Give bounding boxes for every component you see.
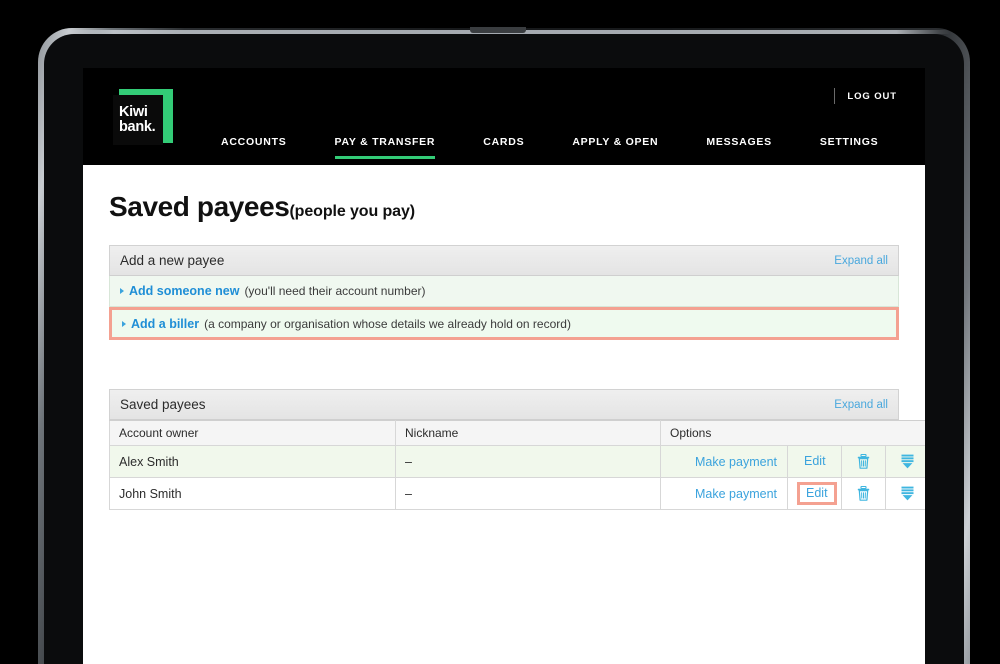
saved-payees-table: Account owner Nickname Options Alex Smit… (109, 420, 925, 510)
nav-item-apply-and-open[interactable]: APPLY & OPEN (572, 136, 658, 159)
nav-item-cards[interactable]: CARDS (483, 136, 524, 159)
add-a-biller-link[interactable]: Add a biller (131, 317, 199, 331)
table-row: Alex Smith – Make payment Edit (109, 445, 925, 478)
saved-payees-expand-all-link[interactable]: Expand all (834, 399, 888, 411)
logout-divider (834, 88, 836, 104)
add-new-payee-heading: Add a new payee (120, 253, 225, 268)
column-header-nickname: Nickname (395, 420, 661, 446)
cell-account-owner: Alex Smith (109, 445, 396, 478)
nav-item-settings[interactable]: SETTINGS (820, 136, 879, 159)
page-content: Saved payees(people you pay) Add a new p… (83, 191, 925, 510)
logo-text-line2: bank. (119, 119, 156, 135)
caret-right-icon (120, 288, 124, 294)
add-new-payee-panel: Add a new payee Expand all Add someone n… (109, 245, 899, 340)
trash-icon[interactable] (842, 478, 885, 509)
cell-nickname: – (395, 445, 661, 478)
main-navigation: ACCOUNTS PAY & TRANSFER CARDS APPLY & OP… (221, 136, 878, 165)
logo-black-square: Kiwi bank. (113, 95, 163, 145)
device-camera-notch (470, 27, 526, 33)
add-new-payee-header: Add a new payee Expand all (109, 245, 899, 276)
kiwibank-logo[interactable]: Kiwi bank. (113, 89, 173, 149)
cell-make-payment: Make payment (660, 477, 788, 510)
add-someone-new-link[interactable]: Add someone new (129, 284, 239, 298)
table-row: John Smith – Make payment Edit (109, 477, 925, 510)
add-new-payee-expand-all-link[interactable]: Expand all (834, 255, 888, 267)
page-title: Saved payees(people you pay) (109, 191, 899, 223)
screenshot-stage: Kiwi bank. LOG OUT ACCOUNTS PAY & TRANSF… (0, 0, 1000, 664)
logout-button[interactable]: LOG OUT (847, 91, 897, 102)
browser-viewport: Kiwi bank. LOG OUT ACCOUNTS PAY & TRANSF… (83, 68, 925, 664)
cell-details (884, 445, 925, 478)
expand-details-icon[interactable] (886, 446, 925, 477)
saved-payees-header: Saved payees Expand all (109, 389, 899, 420)
make-payment-link[interactable]: Make payment (695, 455, 777, 469)
add-someone-new-note: (you'll need their account number) (244, 284, 426, 298)
logout-area: LOG OUT (834, 88, 897, 104)
nav-item-messages[interactable]: MESSAGES (706, 136, 772, 159)
accordion-row-add-a-biller[interactable]: Add a biller (a company or organisation … (109, 307, 899, 340)
page-title-main: Saved payees (109, 191, 290, 222)
column-header-options: Options (659, 420, 925, 446)
expand-details-icon[interactable] (886, 478, 925, 509)
edit-link[interactable]: Edit (797, 482, 837, 505)
cell-details (884, 477, 925, 510)
make-payment-link[interactable]: Make payment (695, 487, 777, 501)
nav-item-pay-and-transfer[interactable]: PAY & TRANSFER (334, 136, 436, 159)
page-title-subtitle: (people you pay) (289, 203, 415, 220)
edit-link[interactable]: Edit (797, 452, 833, 471)
saved-payees-panel: Saved payees Expand all Account owner Ni… (109, 389, 925, 510)
cell-delete (841, 445, 886, 478)
table-header-row: Account owner Nickname Options (109, 420, 925, 446)
cell-make-payment: Make payment (660, 445, 788, 478)
cell-nickname: – (395, 477, 661, 510)
column-header-account-owner: Account owner (109, 420, 396, 446)
saved-payees-heading: Saved payees (120, 397, 206, 412)
accordion-row-add-someone-new[interactable]: Add someone new (you'll need their accou… (109, 276, 899, 307)
cell-account-owner: John Smith (109, 477, 396, 510)
nav-item-accounts[interactable]: ACCOUNTS (221, 136, 287, 159)
trash-icon[interactable] (842, 446, 885, 477)
cell-edit: Edit (787, 445, 842, 478)
cell-delete (841, 477, 886, 510)
caret-right-icon (122, 320, 126, 327)
site-header: Kiwi bank. LOG OUT ACCOUNTS PAY & TRANSF… (83, 68, 925, 165)
cell-edit: Edit (787, 477, 842, 510)
add-a-biller-note: (a company or organisation whose details… (204, 316, 571, 331)
logo-text-line1: Kiwi (119, 104, 148, 120)
